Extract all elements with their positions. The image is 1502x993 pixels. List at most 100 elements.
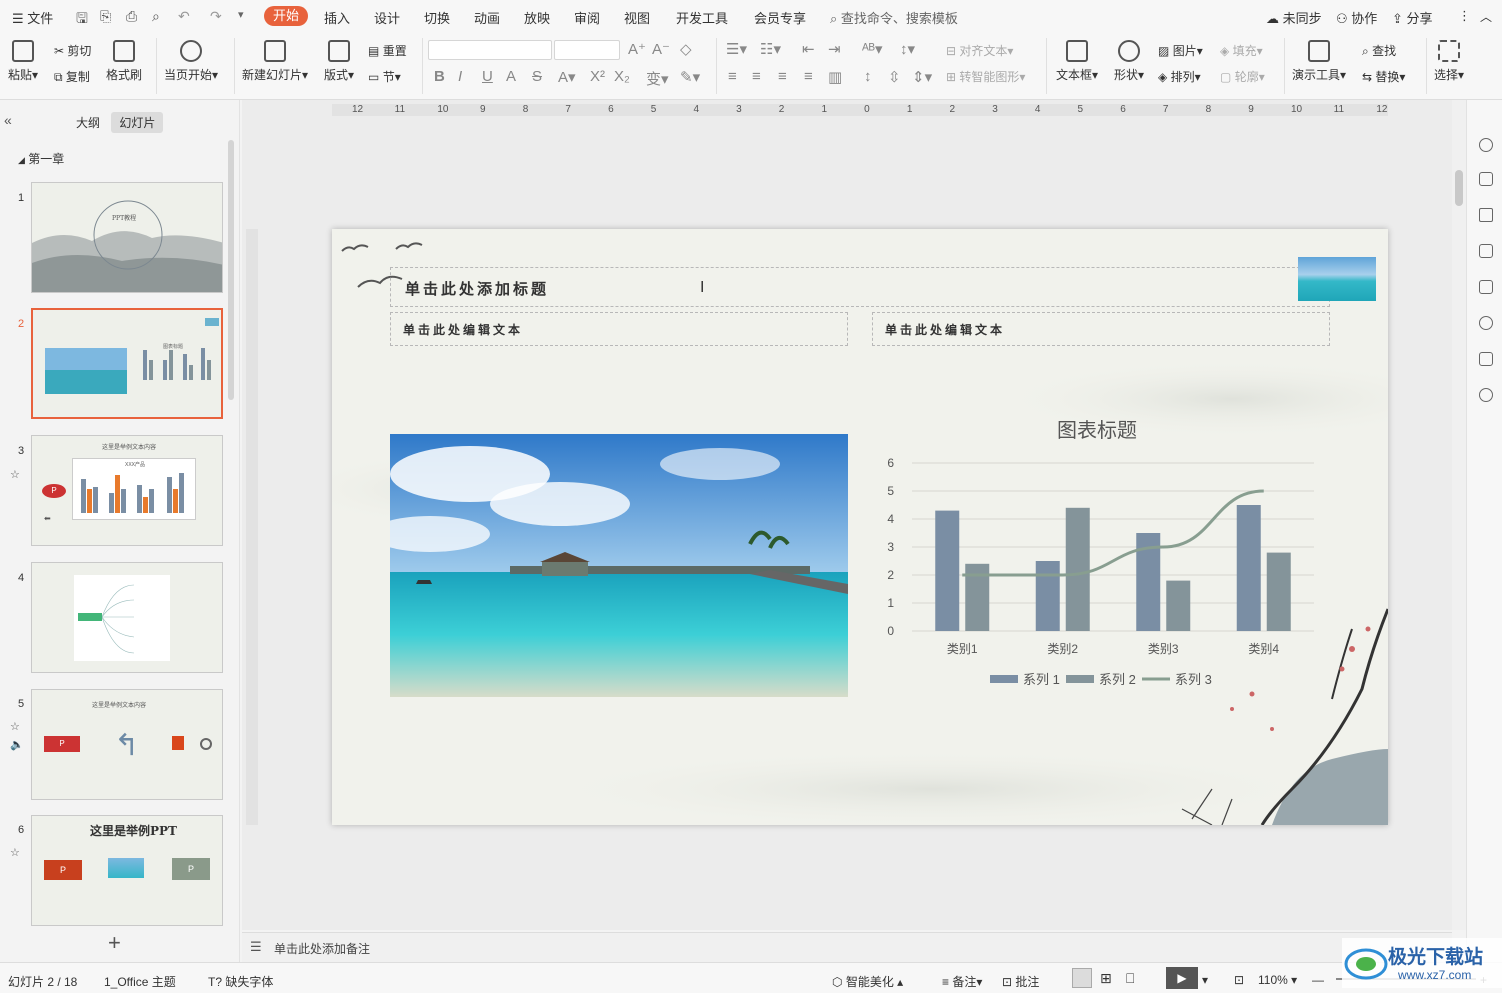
outdent-icon[interactable]: ⇤	[802, 40, 815, 58]
replace-button[interactable]: ⇆ 替换▾	[1362, 68, 1405, 85]
font-color-icon[interactable]: A▾	[558, 68, 576, 86]
smart-shape-button[interactable]: ⊞ 转智能图形▾	[946, 68, 1025, 85]
textbox-button[interactable]: 文本框▾	[1056, 40, 1098, 83]
text-placeholder-left[interactable]: 单击此处编辑文本	[390, 312, 848, 346]
justify-icon[interactable]: ≡	[804, 68, 813, 85]
tab-insert[interactable]: 插入	[324, 8, 350, 27]
comment-button[interactable]: ⊡ 批注	[1002, 973, 1039, 990]
canvas-scrollbar[interactable]	[1452, 100, 1466, 930]
notes-bar[interactable]: ☰ 单击此处添加备注	[242, 932, 1452, 962]
share-button[interactable]: ⇪ 分享	[1392, 8, 1433, 27]
undo-icon[interactable]: ↶	[178, 8, 190, 25]
tab-slides[interactable]: 幻灯片	[111, 112, 164, 133]
copy-button[interactable]: ⧉ 复制	[54, 68, 90, 85]
subscript-icon[interactable]: X₂	[614, 68, 630, 85]
bold-icon[interactable]: B	[434, 68, 445, 85]
column-spacing-icon[interactable]: ⇕▾	[912, 68, 932, 86]
reset-button[interactable]: ▤ 重置	[368, 42, 407, 59]
distribute-icon[interactable]: ▥	[828, 68, 842, 86]
fit-window-icon[interactable]: ⊡	[1234, 973, 1244, 987]
sorter-view-icon[interactable]: ⊞	[1100, 970, 1112, 987]
align-text-button[interactable]: ⊟ 对齐文本▾	[946, 42, 1013, 59]
paragraph-spacing-icon[interactable]: ⇳	[888, 68, 901, 86]
collapse-panel-icon[interactable]: «	[4, 112, 12, 128]
find-button[interactable]: ⌕ 查找	[1362, 42, 1396, 59]
font-family-select[interactable]	[428, 40, 552, 60]
slide-thumbnail-6[interactable]: 这里是举例PPT P P	[31, 815, 223, 926]
align-right-icon[interactable]: ≡	[778, 68, 787, 85]
play-slideshow-icon[interactable]: ▶	[1166, 967, 1198, 989]
new-slide-button[interactable]: 新建幻灯片▾	[242, 40, 308, 83]
from-current-slide-button[interactable]: 当页开始▾	[164, 40, 218, 83]
panel-scrollbar[interactable]	[228, 140, 234, 400]
cut-button[interactable]: ✂ 剪切	[54, 42, 91, 59]
align-left-icon[interactable]: ≡	[728, 68, 737, 85]
more-icon[interactable]: ⋮	[1458, 8, 1471, 24]
print-icon[interactable]: ⎙	[126, 8, 137, 25]
slide-thumbnail-4[interactable]	[31, 562, 223, 673]
scroll-thumb[interactable]	[1455, 170, 1463, 206]
notes-toggle-button[interactable]: ≡ 备注▾	[942, 973, 982, 990]
bar-chart[interactable]: 图表标题 0 1 2 3 4 5 6 类别1 类别2 类别3 类别4 系列 1 系列 2 系列 3	[872, 409, 1322, 699]
italic-icon[interactable]: I	[458, 68, 462, 85]
tab-outline[interactable]: 大纲	[68, 112, 108, 133]
rocket-icon[interactable]	[1479, 138, 1493, 152]
tab-developer[interactable]: 开发工具	[676, 8, 728, 27]
font-grow-icon[interactable]: A⁺	[628, 40, 646, 58]
slide-thumbnail-3[interactable]: 这里是举例文本内容 XXX产品 P ⬅	[31, 435, 223, 546]
help-icon[interactable]	[1479, 388, 1493, 402]
sync-status[interactable]: ☁ 未同步	[1266, 8, 1322, 27]
adjust-icon[interactable]	[1479, 172, 1493, 186]
fill-button[interactable]: ◈ 填充▾	[1220, 42, 1263, 59]
sort-icon[interactable]: ↕▾	[900, 40, 915, 58]
clear-format-icon[interactable]: ◇	[680, 40, 692, 58]
tab-transition[interactable]: 切换	[424, 8, 450, 27]
tab-slideshow[interactable]: 放映	[524, 8, 550, 27]
paste-button[interactable]: 粘贴▾	[8, 40, 38, 83]
tab-view[interactable]: 视图	[624, 8, 650, 27]
beach-photo[interactable]	[390, 434, 848, 697]
command-search[interactable]: ⌕ 查找命令、搜索模板	[830, 8, 958, 27]
smart-beautify-button[interactable]: ⬡ 智能美化 ▴	[832, 973, 903, 990]
arrange-button[interactable]: ◈ 排列▾	[1158, 68, 1201, 85]
vertical-ruler[interactable]	[246, 229, 258, 825]
slide-thumbnail-1[interactable]: PPT教程	[31, 182, 223, 293]
format-painter-button[interactable]: 格式刷	[106, 40, 142, 83]
save-icon[interactable]: 🖫	[76, 8, 88, 32]
missing-font-button[interactable]: T? 缺失字体	[208, 973, 273, 990]
collab-button[interactable]: ⚇ 协作	[1336, 8, 1377, 27]
current-slide[interactable]: 单击此处添加标题 I 单击此处编辑文本 单击此处编辑文本 图表标题 0 1 2 3 4 5 6…	[332, 229, 1388, 825]
underline-icon[interactable]: U	[482, 68, 493, 85]
line-spacing-icon[interactable]: ↕	[864, 68, 872, 85]
image-icon[interactable]	[1479, 280, 1493, 294]
normal-view-icon[interactable]	[1072, 968, 1092, 988]
text-shadow-icon[interactable]: A	[506, 68, 516, 85]
phonetic-icon[interactable]: 变▾	[646, 68, 669, 89]
file-menu[interactable]: ☰ 文件	[12, 8, 53, 27]
tab-member[interactable]: 会员专享	[754, 8, 806, 27]
tab-animation[interactable]: 动画	[474, 8, 500, 27]
title-placeholder[interactable]: 单击此处添加标题	[390, 267, 1330, 307]
tab-review[interactable]: 审阅	[574, 8, 600, 27]
book-icon[interactable]	[1479, 352, 1493, 366]
strikethrough-icon[interactable]: S	[532, 68, 542, 85]
export-icon[interactable]: ⎘	[100, 8, 111, 25]
bullet-list-icon[interactable]: ☰▾	[726, 40, 747, 58]
numbered-list-icon[interactable]: ☷▾	[760, 40, 781, 58]
chapter-section[interactable]: ◢ 第一章	[18, 150, 64, 167]
picture-button[interactable]: ▨ 图片▾	[1158, 42, 1203, 59]
quick-access-dropdown-icon[interactable]: ▾	[238, 8, 244, 21]
section-button[interactable]: ▭ 节▾	[368, 68, 401, 85]
highlight-icon[interactable]: ✎▾	[680, 68, 700, 86]
font-size-select[interactable]	[554, 40, 620, 60]
zoom-level[interactable]: 110% ▾	[1258, 973, 1297, 987]
compass-icon[interactable]	[1479, 316, 1493, 330]
tab-start[interactable]: 开始	[264, 6, 308, 26]
preview-icon[interactable]: ⌕	[152, 8, 160, 25]
slides-icon[interactable]	[1479, 244, 1493, 258]
align-center-icon[interactable]: ≡	[752, 68, 761, 85]
superscript-icon[interactable]: X²	[590, 68, 605, 85]
layout-button[interactable]: 版式▾	[324, 40, 354, 83]
theme-name[interactable]: 1_Office 主题	[104, 973, 176, 990]
outline-button[interactable]: ▢ 轮廓▾	[1220, 68, 1265, 85]
